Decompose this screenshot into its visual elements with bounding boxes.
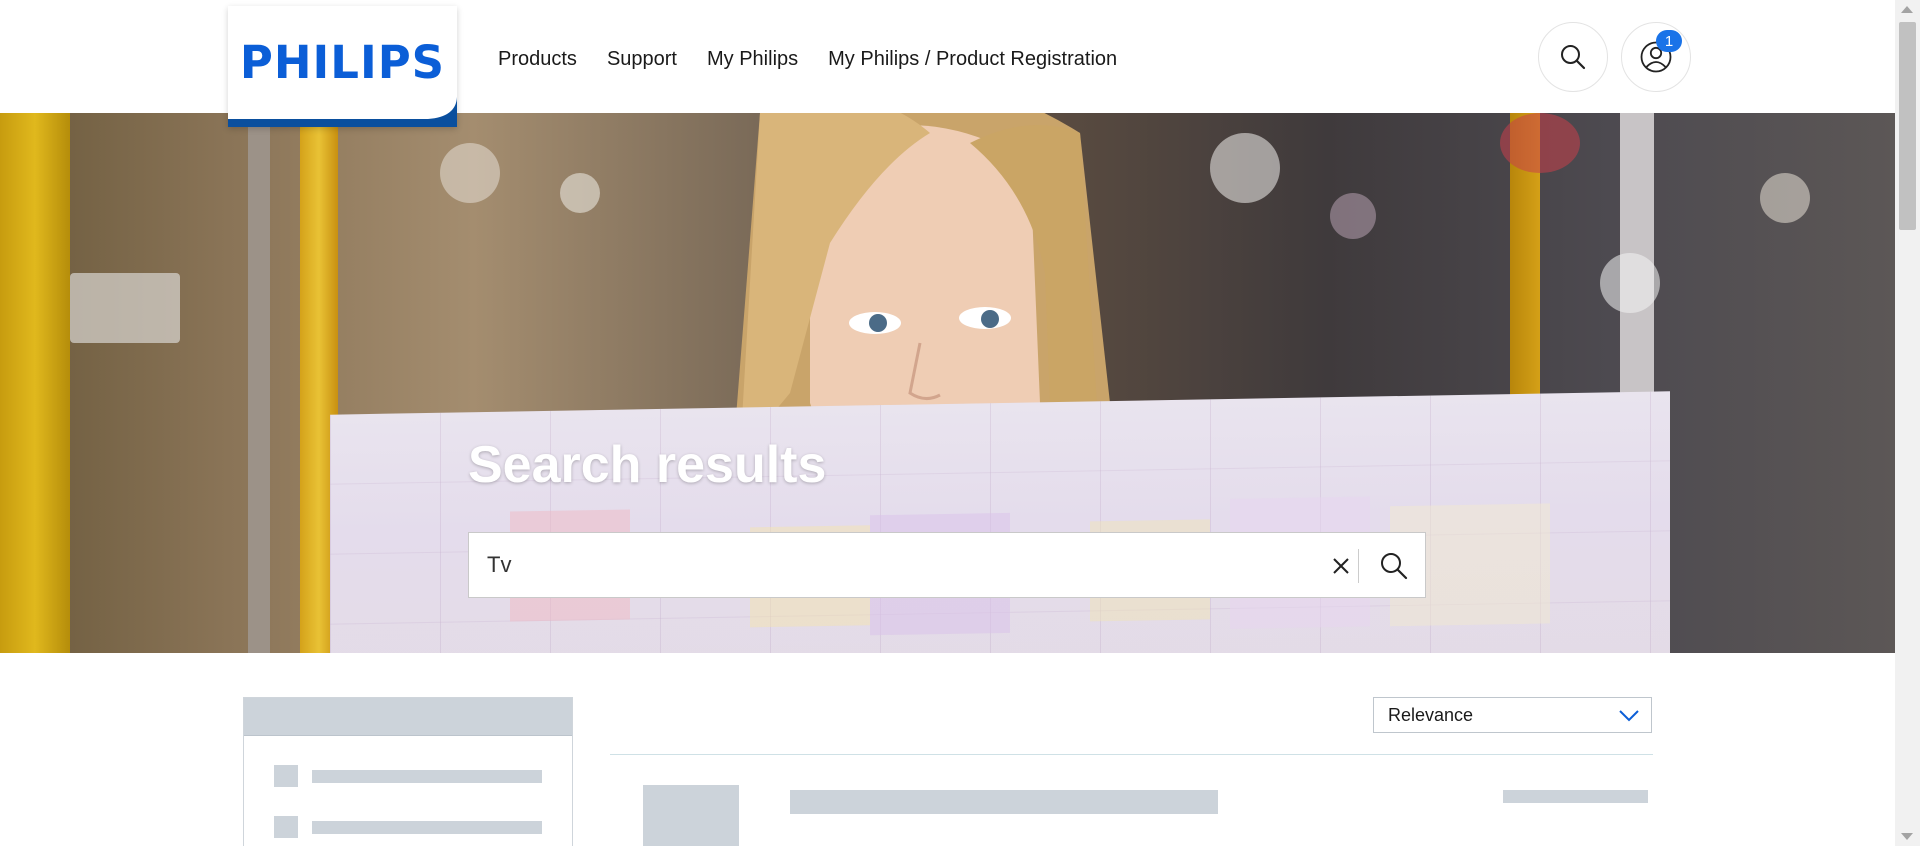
scroll-down-arrow-icon[interactable] [1901,833,1913,840]
logo-swoosh-shape [228,97,457,127]
nav-my-philips[interactable]: My Philips [707,48,798,71]
page-scrollbar[interactable] [1895,0,1920,846]
nav-product-registration[interactable]: My Philips / Product Registration [828,48,1117,71]
notification-badge: 1 [1656,30,1682,52]
sort-dropdown[interactable]: Relevance [1373,697,1652,733]
header-account-button[interactable]: 1 [1621,22,1691,92]
search-bar [468,532,1426,598]
nav-products[interactable]: Products [498,48,577,71]
main-nav: Products Support My Philips My Philips /… [498,48,1117,71]
clear-search-button[interactable] [1327,552,1355,580]
filter-option-placeholder [274,816,542,838]
nav-support[interactable]: Support [607,48,677,71]
result-thumbnail-placeholder [643,785,739,846]
close-icon [1333,558,1349,574]
search-icon [1381,553,1408,580]
header-search-button[interactable] [1538,22,1608,92]
site-header: PHILIPS Products Support My Philips My P… [0,0,1895,127]
result-title-placeholder [790,790,1218,814]
chevron-down-icon [1619,710,1639,722]
scrollbar-thumb[interactable] [1899,22,1916,230]
search-divider [1358,549,1359,583]
results-divider [610,754,1653,755]
filter-panel-skeleton [243,697,573,846]
result-price-placeholder [1503,790,1648,803]
filter-option-placeholder [274,765,542,787]
philips-logo[interactable]: PHILIPS [228,6,457,127]
page-title: Search results [468,436,827,494]
logo-wordmark: PHILIPS [239,36,446,89]
hero-banner: Search results [0,113,1895,653]
search-input[interactable] [469,552,1319,578]
search-submit-button[interactable] [1377,549,1411,583]
filter-header-placeholder [244,698,572,736]
sort-selected-value: Relevance [1388,704,1474,725]
hero-map-illustration [330,391,1670,653]
search-icon [1561,45,1586,70]
scroll-up-arrow-icon[interactable] [1901,6,1913,13]
